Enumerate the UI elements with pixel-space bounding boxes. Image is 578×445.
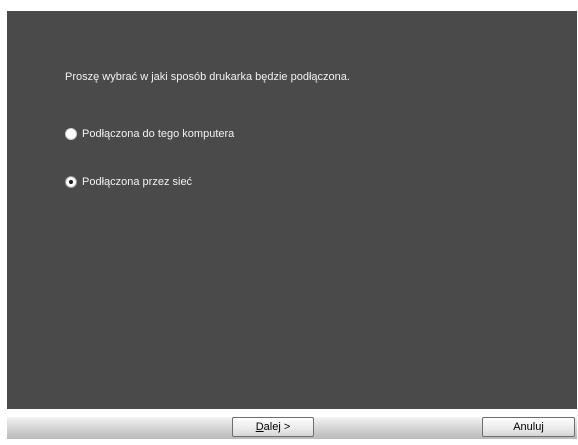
connection-prompt: Proszę wybrać w jaki sposób drukarka będ… xyxy=(65,71,350,83)
installer-window: Proszę wybrać w jaki sposób drukarka będ… xyxy=(0,0,578,445)
content-panel: Proszę wybrać w jaki sposób drukarka będ… xyxy=(7,11,577,409)
option-network-connection-label[interactable]: Podłączona przez sieć xyxy=(82,176,192,188)
radio-selected-dot xyxy=(69,180,73,184)
option-network-connection[interactable]: Podłączona przez sieć xyxy=(65,176,192,188)
next-button-mnemonic: D xyxy=(255,421,264,433)
button-bar: Dalej > Anuluj xyxy=(7,417,577,439)
option-local-connection-label[interactable]: Podłączona do tego komputera xyxy=(82,128,234,140)
cancel-button-label: Anuluj xyxy=(513,421,544,433)
cancel-button[interactable]: Anuluj xyxy=(482,417,575,437)
next-button-label: alej > xyxy=(263,421,291,433)
radio-network-connection[interactable] xyxy=(65,176,77,188)
radio-local-connection[interactable] xyxy=(65,128,77,140)
option-local-connection[interactable]: Podłączona do tego komputera xyxy=(65,128,234,140)
next-button[interactable]: Dalej > xyxy=(232,417,314,437)
